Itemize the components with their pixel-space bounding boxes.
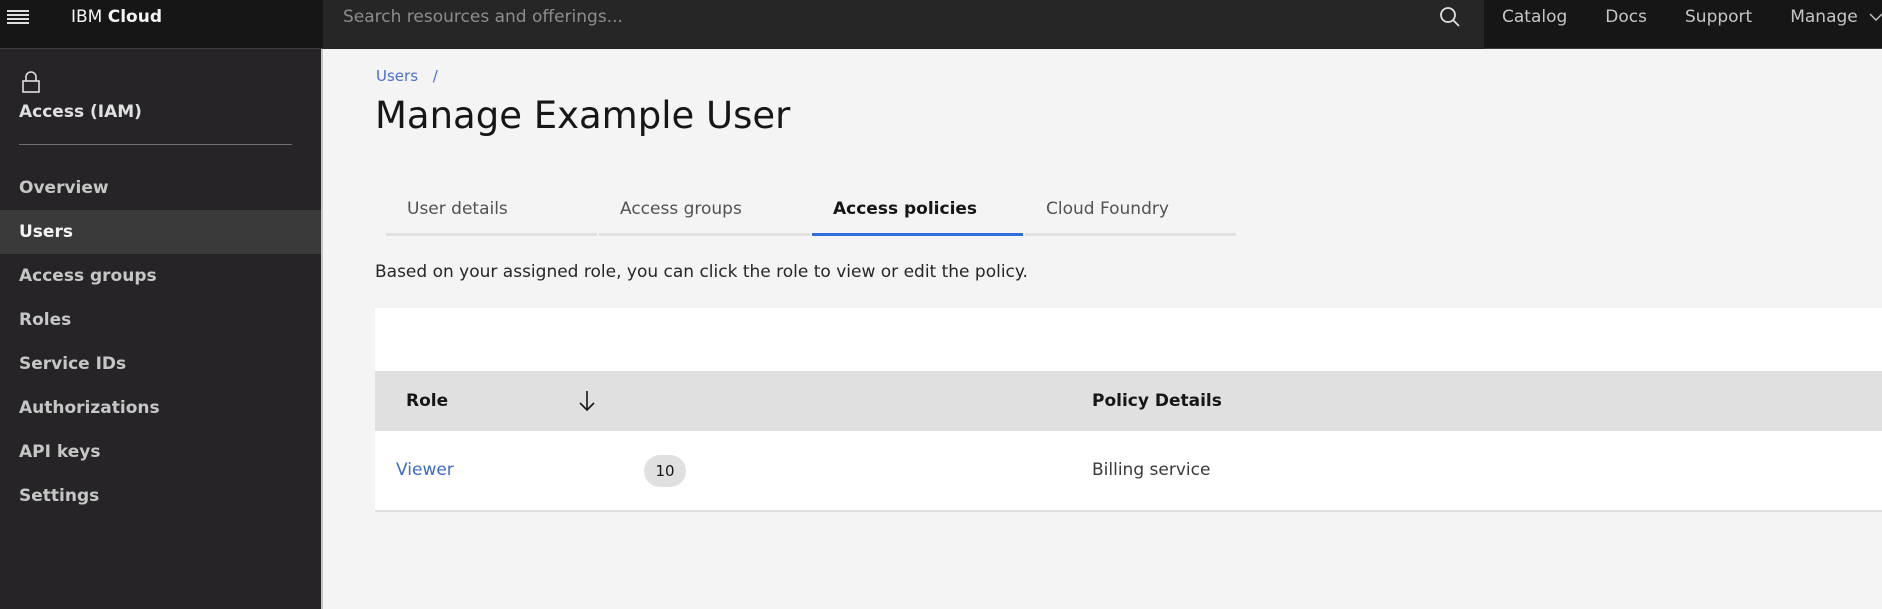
- hamburger-menu-icon[interactable]: [7, 8, 29, 28]
- brand-logo[interactable]: IBM Cloud: [71, 6, 162, 28]
- tab-access-policies[interactable]: Access policies: [812, 190, 1023, 236]
- policy-details-cell: Billing service: [1092, 460, 1211, 480]
- search-icon[interactable]: [1438, 5, 1462, 29]
- sidebar: Access (IAM) Overview Users Access group…: [0, 49, 323, 609]
- search-input[interactable]: [323, 0, 1403, 34]
- policies-table: Role Policy Details Viewer 10 Billing se…: [375, 308, 1882, 512]
- role-link-viewer[interactable]: Viewer: [396, 460, 454, 480]
- policy-description: Based on your assigned role, you can cli…: [375, 262, 1028, 282]
- sidebar-divider: [19, 144, 292, 145]
- breadcrumb: Users /: [376, 67, 438, 85]
- count-badge: 10: [644, 455, 686, 487]
- nav-catalog[interactable]: Catalog: [1502, 7, 1567, 27]
- page-title: Manage Example User: [375, 94, 791, 137]
- sidebar-title: Access (IAM): [19, 102, 142, 122]
- sidebar-item-overview[interactable]: Overview: [0, 166, 321, 210]
- sidebar-item-settings[interactable]: Settings: [0, 474, 321, 518]
- tab-access-groups[interactable]: Access groups: [599, 190, 810, 236]
- brand-name: Cloud: [107, 7, 163, 27]
- breadcrumb-separator: /: [432, 67, 438, 85]
- nav-docs[interactable]: Docs: [1605, 7, 1647, 27]
- column-header-role[interactable]: Role: [406, 391, 448, 411]
- chevron-down-icon[interactable]: [1868, 9, 1882, 25]
- breadcrumb-users-link[interactable]: Users: [376, 67, 418, 85]
- sidebar-item-authorizations[interactable]: Authorizations: [0, 386, 321, 430]
- tabs: User details Access groups Access polici…: [386, 190, 1238, 236]
- tab-user-details[interactable]: User details: [386, 190, 597, 236]
- sidebar-item-service-ids[interactable]: Service IDs: [0, 342, 321, 386]
- sidebar-item-api-keys[interactable]: API keys: [0, 430, 321, 474]
- nav-manage[interactable]: Manage: [1790, 7, 1858, 27]
- sort-arrow-down-icon[interactable]: [577, 388, 597, 414]
- column-header-policy-details: Policy Details: [1092, 391, 1222, 411]
- table-toolbar: [375, 308, 1882, 371]
- sidebar-item-users[interactable]: Users: [0, 210, 321, 254]
- top-header: IBM Cloud Catalog Docs Support Manage: [0, 0, 1882, 49]
- sidebar-item-access-groups[interactable]: Access groups: [0, 254, 321, 298]
- table-row: Viewer 10 Billing service: [375, 431, 1882, 512]
- header-nav: Catalog Docs Support Manage: [1484, 0, 1882, 34]
- nav-support[interactable]: Support: [1685, 7, 1752, 27]
- lock-icon: [22, 71, 40, 93]
- table-header: Role Policy Details: [375, 371, 1882, 431]
- search-bar: [323, 0, 1484, 49]
- tab-cloud-foundry[interactable]: Cloud Foundry: [1025, 190, 1236, 236]
- main-content: Users / Manage Example User User details…: [325, 50, 1882, 609]
- sidebar-item-roles[interactable]: Roles: [0, 298, 321, 342]
- brand-prefix: IBM: [71, 7, 103, 27]
